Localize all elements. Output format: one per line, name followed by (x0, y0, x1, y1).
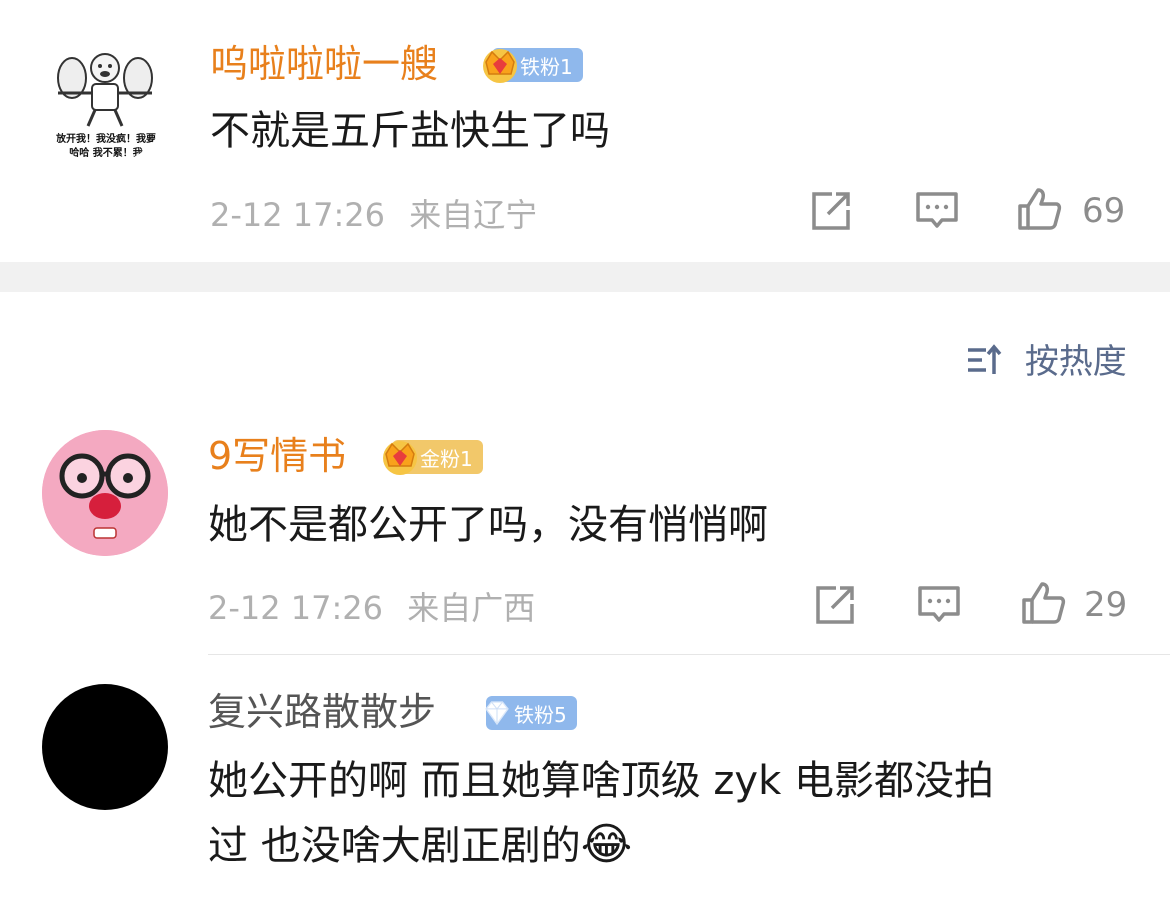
username[interactable]: 9写情书 (208, 432, 346, 480)
comment-text-line2: 过 也没啥大剧正剧的😂 (208, 814, 632, 877)
comment-text-line1: 她公开的啊 而且她算啥顶级 zyk 电影都没拍 (208, 758, 994, 804)
comment-icon[interactable] (916, 582, 962, 628)
avatar[interactable]: 放开我！我没疯！我要 哈哈 我不累！我 (42, 38, 168, 164)
comment-text: 她不是都公开了吗，没有悄悄啊 (208, 502, 768, 548)
fan-badge-label: 铁粉1 (520, 54, 573, 79)
fan-badge-label: 铁粉5 (514, 702, 567, 727)
comment-text-line2-content: 过 也没啥大剧正剧的 (208, 823, 581, 869)
like-count: 29 (1084, 585, 1128, 625)
avatar-pink-character-image (42, 430, 168, 556)
comment-text: 不就是五斤盐快生了吗 (210, 108, 610, 154)
diamond-icon (485, 701, 509, 726)
like-count: 69 (1082, 191, 1126, 231)
comment-icon[interactable] (914, 188, 960, 234)
section-separator (0, 262, 1170, 292)
comment-time: 2-12 17:26 (208, 589, 384, 627)
comment-meta: 2-12 17:26 来自辽宁 (210, 190, 537, 236)
crown-icon (383, 441, 417, 475)
crown-icon (483, 49, 517, 83)
avatar-caption-line2: 哈哈 我不累！我 (69, 148, 143, 159)
sort-toggle[interactable]: 按热度 (964, 334, 1127, 383)
fan-badge: 铁粉5 (485, 696, 577, 730)
fan-badge: 金粉1 (383, 440, 483, 475)
sort-icon (968, 344, 1002, 374)
avatar[interactable] (42, 430, 168, 556)
avatar-caption-line1: 放开我！我没疯！我要 (56, 134, 156, 145)
fan-badge: 铁粉1 (483, 48, 583, 83)
comment-meta: 2-12 17:26 来自广西 (208, 583, 535, 629)
comment-location: 来自辽宁 (409, 196, 538, 234)
share-icon[interactable] (812, 582, 858, 628)
laughing-crying-emoji-icon: 😂 (580, 819, 633, 870)
thumbs-up-icon[interactable] (1016, 186, 1062, 232)
comment-divider (208, 654, 1170, 655)
username[interactable]: 呜啦啦啦一艘 (210, 40, 438, 88)
comment-location: 来自广西 (407, 589, 536, 627)
username[interactable]: 复兴路散散步 (208, 688, 436, 736)
comment-time: 2-12 17:26 (210, 196, 386, 234)
thumbs-up-icon[interactable] (1020, 580, 1066, 626)
avatar[interactable] (42, 684, 168, 810)
share-icon[interactable] (808, 188, 854, 234)
fan-badge-label: 金粉1 (420, 446, 473, 471)
sort-label: 按热度 (1024, 342, 1127, 382)
